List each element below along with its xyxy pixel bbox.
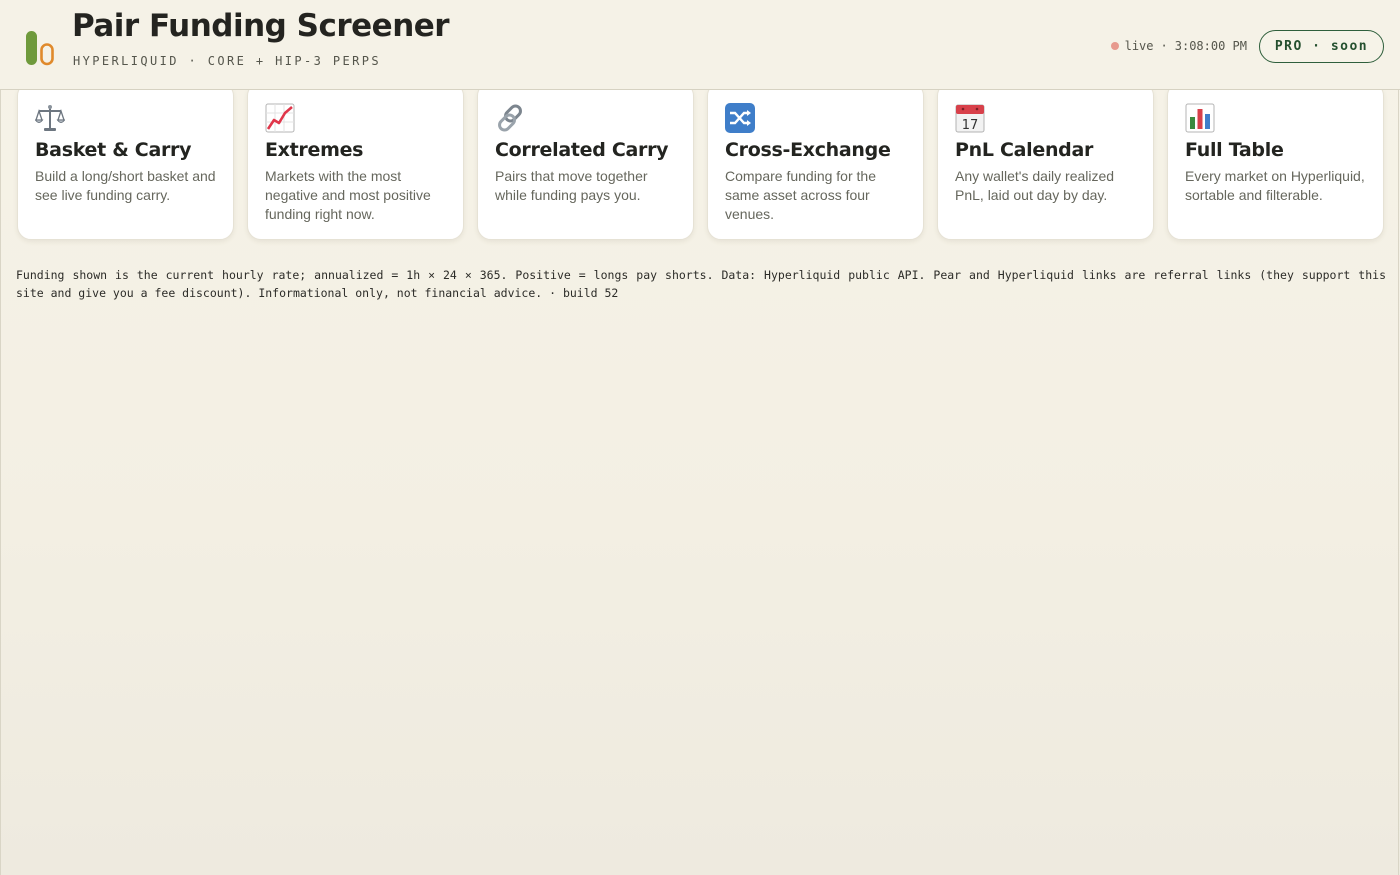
card-correlated-carry[interactable]: Correlated Carry Pairs that move togethe… (477, 82, 694, 240)
page-title: Pair Funding Screener (72, 8, 450, 44)
card-full-table[interactable]: Full Table Every market on Hyperliquid, … (1167, 82, 1384, 240)
calendar-day: 17 (962, 118, 979, 133)
card-pnl-calendar[interactable]: 17 PnL Calendar Any wallet's daily reali… (937, 82, 1154, 240)
calendar-icon: 17 (955, 104, 985, 133)
card-description: Build a long/short basket and see live f… (35, 168, 216, 203)
status-separator: · (1160, 39, 1168, 53)
card-description: Compare funding for the same asset acros… (725, 168, 876, 222)
live-indicator-dot (1110, 42, 1119, 50)
card-description: Markets with the most negative and most … (265, 168, 431, 222)
live-status: live · 3:08:00 PM (1110, 39, 1247, 53)
live-label: live (1124, 39, 1154, 53)
pill-capsules-logo (26, 31, 54, 66)
shuffle-icon (725, 103, 755, 133)
bar-chart-icon (1185, 103, 1215, 133)
page-subtitle: HYPERLIQUID · CORE + HIP-3 PERPS (73, 54, 381, 68)
card-title: Extremes (265, 139, 364, 161)
card-title: Basket & Carry (35, 139, 192, 161)
card-title: PnL Calendar (955, 139, 1094, 161)
pro-button[interactable]: PRO · soon (1259, 30, 1384, 63)
card-title: Correlated Carry (495, 139, 669, 161)
card-description: Any wallet's daily realized PnL, laid ou… (955, 168, 1115, 203)
card-description: Pairs that move together while funding p… (495, 168, 648, 203)
card-description: Every market on Hyperliquid, sortable an… (1185, 168, 1365, 203)
card-title: Full Table (1185, 139, 1284, 161)
disclaimer-note: Funding shown is the current hourly rate… (16, 267, 1386, 300)
card-basket-carry[interactable]: Basket & Carry Build a long/short basket… (17, 82, 234, 240)
card-extremes[interactable]: Extremes Markets with the most negative … (247, 82, 464, 240)
top-header: Pair Funding Screener HYPERLIQUID · CORE… (0, 0, 1400, 90)
live-clock: 3:08:00 PM (1174, 39, 1247, 53)
link-icon (498, 104, 522, 132)
tool-cards: Basket & Carry Build a long/short basket… (17, 82, 1384, 240)
card-cross-exchange[interactable]: Cross-Exchange Compare funding for the s… (707, 82, 924, 240)
scales-icon (35, 105, 65, 131)
card-title: Cross-Exchange (725, 139, 891, 161)
chart-increasing-icon (265, 103, 295, 133)
